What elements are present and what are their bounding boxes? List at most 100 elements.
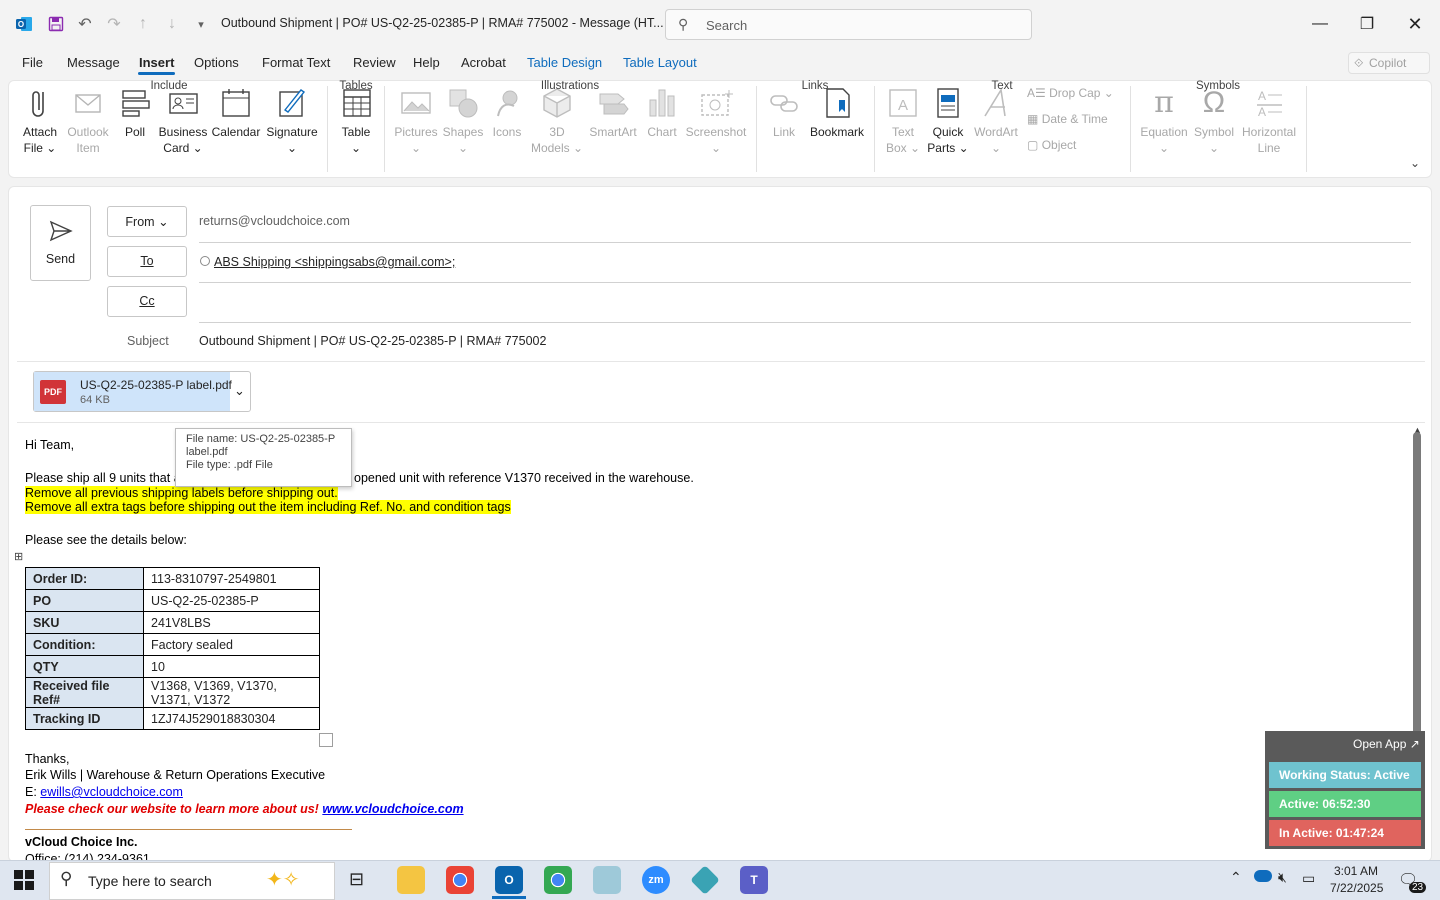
bookmark-label: Bookmark bbox=[809, 125, 865, 139]
subject-input[interactable]: Outbound Shipment | PO# US-Q2-25-02385-P… bbox=[199, 334, 546, 348]
customize-toolbar-icon[interactable]: ▾ bbox=[191, 14, 211, 34]
to-button[interactable]: To bbox=[107, 246, 187, 277]
poll-button[interactable]: Poll bbox=[114, 86, 156, 140]
minimize-button[interactable]: — bbox=[1308, 12, 1332, 36]
table-move-handle-icon[interactable]: ⊞ bbox=[14, 550, 23, 563]
calendar-button[interactable]: Calendar bbox=[210, 86, 262, 140]
table-key: Received file Ref# bbox=[25, 677, 144, 708]
title-bar: O ↶ ↷ ↑ ↓ ▾ Outbound Shipment | PO# US-Q… bbox=[0, 0, 1440, 48]
search-input[interactable]: ⚲ Search bbox=[665, 9, 1032, 40]
menu-tabs: File Message Insert Options Format Text … bbox=[0, 48, 1440, 78]
pictures-dropdown-icon: ⌄ bbox=[410, 141, 422, 155]
tab-options[interactable]: Options bbox=[194, 55, 239, 70]
close-button[interactable]: ✕ bbox=[1403, 12, 1427, 36]
teams-icon[interactable]: T bbox=[740, 866, 768, 894]
show-hidden-icons-icon[interactable]: ⌃ bbox=[1230, 869, 1242, 886]
table-key: Tracking ID bbox=[25, 707, 144, 730]
icons-button[interactable]: Icons bbox=[488, 86, 526, 140]
object-button[interactable]: ▢ Object bbox=[1027, 138, 1076, 152]
horizontal-line-label: Horizontal bbox=[1241, 125, 1297, 139]
send-button[interactable]: Send bbox=[30, 205, 91, 281]
signature-divider bbox=[25, 829, 352, 830]
cc-button[interactable]: Cc bbox=[107, 286, 187, 317]
taskbar-search-input[interactable]: ⚲ Type here to search ✦✧ bbox=[49, 862, 335, 900]
email-link[interactable]: ewills@vcloudchoice.com bbox=[40, 785, 183, 799]
tab-table-layout[interactable]: Table Layout bbox=[623, 55, 697, 70]
wordart-button[interactable]: WordArt ⌄ bbox=[970, 86, 1022, 156]
horizontal-line-button[interactable]: AA Horizontal Line bbox=[1238, 86, 1300, 156]
table-value: 113-8310797-2549801 bbox=[143, 567, 320, 590]
windows-start-icon[interactable] bbox=[14, 870, 34, 893]
tab-insert[interactable]: Insert bbox=[139, 55, 174, 70]
chrome-icon[interactable] bbox=[446, 866, 474, 894]
text-box-button[interactable]: A Text Box ⌄ bbox=[880, 86, 926, 156]
link-button[interactable]: Link bbox=[764, 86, 804, 140]
from-button[interactable]: From ⌄ bbox=[107, 206, 187, 237]
date-time-label: Date & Time bbox=[1041, 112, 1108, 126]
open-app-button[interactable]: Open App ↗ bbox=[1353, 737, 1420, 751]
tab-help[interactable]: Help bbox=[413, 55, 440, 70]
down-arrow-icon[interactable]: ↓ bbox=[162, 14, 182, 34]
tab-table-design[interactable]: Table Design bbox=[527, 55, 602, 70]
tab-file[interactable]: File bbox=[22, 55, 43, 70]
chrome-profile-icon[interactable] bbox=[544, 866, 572, 894]
tooltip-filetype: File type: .pdf File bbox=[186, 459, 273, 471]
clock[interactable]: 3:01 AM 7/22/2025 bbox=[1330, 863, 1383, 897]
pictures-button[interactable]: Pictures ⌄ bbox=[392, 86, 440, 156]
network-icon[interactable]: ▭ bbox=[1302, 870, 1315, 887]
table-resize-handle[interactable] bbox=[319, 733, 333, 747]
copilot-button[interactable]: ⟐ Copilot bbox=[1348, 52, 1430, 74]
restore-button[interactable]: ❐ bbox=[1355, 12, 1379, 36]
tab-review[interactable]: Review bbox=[353, 55, 396, 70]
save-icon[interactable] bbox=[46, 14, 66, 34]
highlight-line-2: Remove all extra tags before shipping ou… bbox=[25, 500, 511, 514]
clock-time: 3:01 AM bbox=[1333, 864, 1379, 878]
date-time-button[interactable]: ▦ Date & Time bbox=[1027, 112, 1108, 126]
equation-button[interactable]: π Equation ⌄ bbox=[1136, 86, 1192, 156]
tooltip-filename: File name: US-Q2-25-02385-P bbox=[186, 433, 336, 445]
table-key: Order ID: bbox=[25, 567, 144, 590]
wordart-label: WordArt bbox=[974, 125, 1018, 139]
website-link[interactable]: www.vcloudchoice.com bbox=[322, 802, 463, 816]
business-card-button[interactable]: Business Card ⌄ bbox=[158, 86, 208, 156]
shapes-button[interactable]: Shapes ⌄ bbox=[440, 86, 486, 156]
symbol-button[interactable]: Ω Symbol ⌄ bbox=[1192, 86, 1236, 156]
smartart-button[interactable]: SmartArt bbox=[586, 86, 640, 140]
attachment-dropdown-icon[interactable]: ⌄ bbox=[234, 383, 245, 399]
volume-mute-icon[interactable]: 🔇︎ bbox=[1278, 869, 1287, 886]
zoom-icon[interactable]: zm bbox=[642, 866, 670, 894]
text-group-label: Text bbox=[991, 80, 1013, 92]
tab-acrobat[interactable]: Acrobat bbox=[461, 55, 506, 70]
3d-models-button[interactable]: 3D Models ⌄ bbox=[530, 86, 584, 156]
wordart-dropdown-icon: ⌄ bbox=[990, 141, 1002, 155]
screenshot-button[interactable]: Screenshot ⌄ bbox=[684, 86, 748, 156]
table-button[interactable]: Table ⌄ bbox=[336, 86, 376, 156]
quick-parts-label: Quick bbox=[932, 125, 964, 139]
greeting-text: Hi Team, bbox=[25, 438, 75, 452]
divider bbox=[199, 322, 1411, 323]
app-icon[interactable] bbox=[593, 866, 621, 894]
tab-message[interactable]: Message bbox=[67, 55, 120, 70]
bookmark-button[interactable]: Bookmark bbox=[806, 86, 868, 140]
collapse-ribbon-icon[interactable]: ⌄ bbox=[1410, 156, 1420, 170]
up-arrow-icon[interactable]: ↑ bbox=[133, 14, 153, 34]
outlook-item-label: Outlook bbox=[67, 125, 109, 139]
tab-format-text[interactable]: Format Text bbox=[262, 55, 330, 70]
signature-name: Erik Wills | Warehouse & Return Operatio… bbox=[25, 768, 326, 782]
undo-icon[interactable]: ↶ bbox=[75, 14, 95, 34]
onedrive-icon[interactable] bbox=[1254, 870, 1272, 882]
business-card-label-2: Card ⌄ bbox=[163, 141, 203, 155]
quick-parts-button[interactable]: Quick Parts ⌄ bbox=[926, 86, 970, 156]
outlook-item-button[interactable]: Outlook Item bbox=[64, 86, 112, 156]
attach-file-button[interactable]: Attach File ⌄ bbox=[18, 86, 62, 156]
redo-icon[interactable]: ↷ bbox=[104, 14, 124, 34]
to-recipient[interactable]: ABS Shipping <shippingsabs@gmail.com>; bbox=[214, 255, 455, 269]
chart-button[interactable]: Chart bbox=[642, 86, 682, 140]
external-link-icon: ↗ bbox=[1409, 737, 1420, 751]
outlook-taskbar-icon[interactable]: O bbox=[495, 866, 523, 894]
file-explorer-icon[interactable] bbox=[397, 866, 425, 894]
table-key: QTY bbox=[25, 655, 144, 678]
attachment-card[interactable]: PDF US-Q2-25-02385-P label.pdf 64 KB ⌄ bbox=[33, 371, 251, 412]
signature-button[interactable]: Signature ⌄ bbox=[264, 86, 320, 156]
task-view-icon[interactable]: ⊟ bbox=[349, 869, 364, 890]
